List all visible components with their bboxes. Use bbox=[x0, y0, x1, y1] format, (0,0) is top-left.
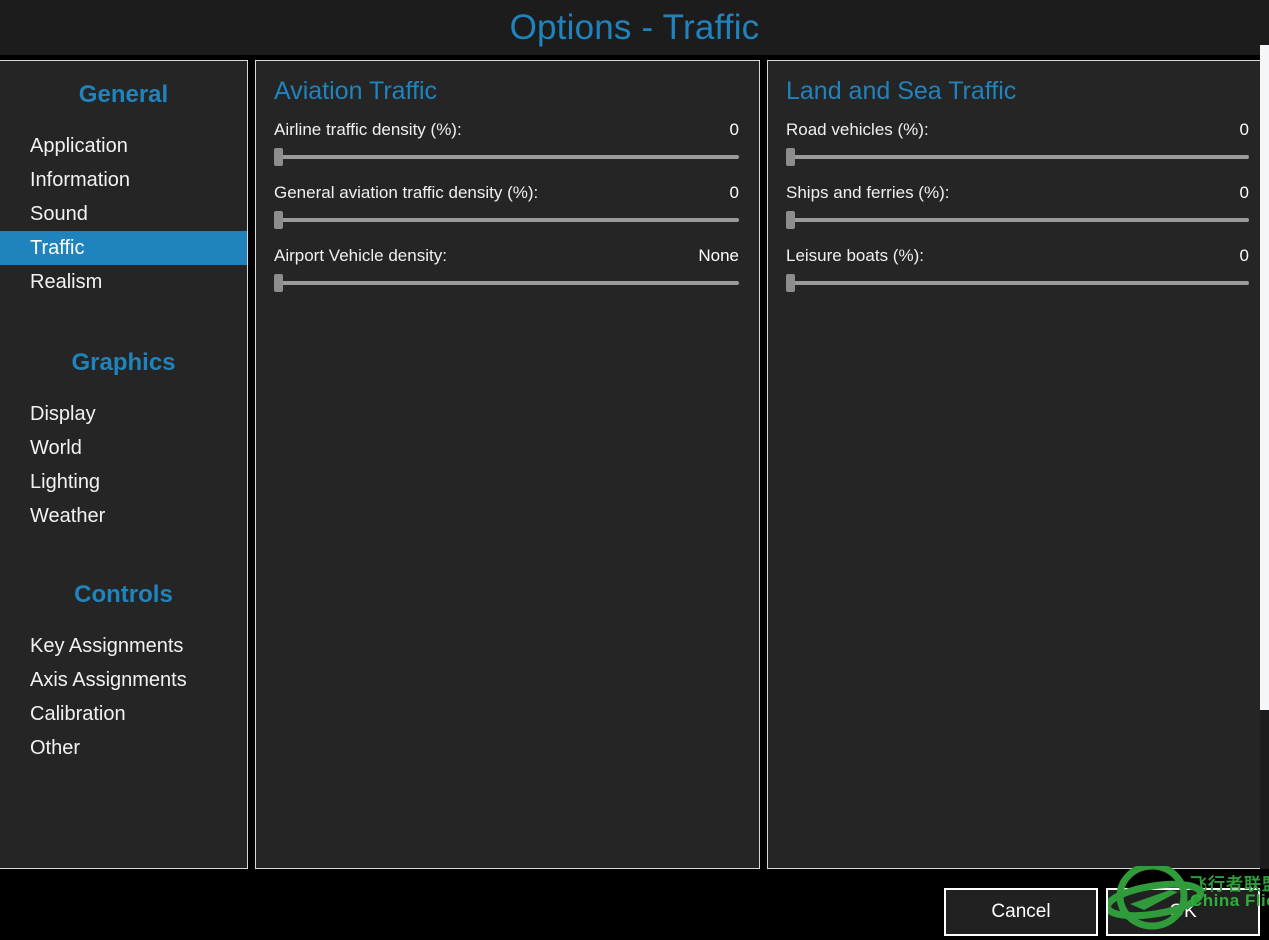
sidebar-group-title-graphics: Graphics bbox=[71, 349, 176, 376]
sidebar-group-title-controls: Controls bbox=[74, 581, 173, 608]
aviation-traffic-title: Aviation Traffic bbox=[274, 77, 438, 105]
sidebar-item-traffic[interactable]: Traffic bbox=[0, 231, 247, 265]
setting-value: 0 bbox=[1239, 120, 1249, 139]
sidebar-group-spacer bbox=[0, 299, 247, 349]
sidebar-item-weather[interactable]: Weather bbox=[0, 499, 247, 533]
cancel-button-label: Cancel bbox=[991, 901, 1051, 922]
slider-track[interactable] bbox=[274, 218, 739, 222]
setting-slider[interactable] bbox=[786, 274, 1249, 292]
setting-value: 0 bbox=[1239, 183, 1249, 202]
land-and-sea-traffic-title: Land and Sea Traffic bbox=[786, 77, 1017, 105]
cancel-button[interactable]: Cancel bbox=[944, 888, 1098, 936]
setting-slider[interactable] bbox=[274, 274, 739, 292]
land-and-sea-traffic-content: Land and Sea Traffic Road vehicles (%): 0… bbox=[768, 61, 1269, 868]
setting-row: General aviation traffic density (%): 0 bbox=[274, 183, 739, 229]
slider-thumb[interactable] bbox=[786, 148, 795, 166]
setting-value: None bbox=[698, 246, 739, 265]
sidebar-group-title-general: General bbox=[78, 81, 169, 108]
slider-track[interactable] bbox=[786, 155, 1249, 159]
landsea-settings-list: Road vehicles (%): 0 Ships and ferries (%)… bbox=[786, 120, 1249, 292]
aviation-traffic-panel: Aviation Traffic Airline traffic density… bbox=[255, 60, 760, 869]
options-dialog: Options - Traffic General Application Info… bbox=[0, 0, 1269, 940]
slider-track[interactable] bbox=[786, 281, 1249, 285]
setting-slider[interactable] bbox=[274, 211, 739, 229]
title-bar: Options - Traffic bbox=[0, 0, 1269, 55]
sidebar-item-realism[interactable]: Realism bbox=[0, 265, 247, 299]
setting-value: 0 bbox=[729, 183, 739, 202]
setting-row: Road vehicles (%): 0 bbox=[786, 120, 1249, 166]
setting-header: General aviation traffic density (%): 0 bbox=[274, 183, 739, 203]
setting-row: Ships and ferries (%): 0 bbox=[786, 183, 1249, 229]
ok-button[interactable]: OK bbox=[1106, 888, 1260, 936]
sidebar-item-display[interactable]: Display bbox=[0, 397, 247, 431]
page-title: Options - Traffic bbox=[509, 8, 760, 47]
setting-label: Road vehicles (%): bbox=[786, 120, 929, 139]
setting-header: Airport Vehicle density: None bbox=[274, 246, 739, 266]
sidebar-item-world[interactable]: World bbox=[0, 431, 247, 465]
setting-slider[interactable] bbox=[786, 148, 1249, 166]
sidebar-item-axis-assignments[interactable]: Axis Assignments bbox=[0, 663, 247, 697]
sidebar-content: General Application Information Sound Traffi… bbox=[0, 61, 247, 868]
slider-track[interactable] bbox=[786, 218, 1249, 222]
sidebar-item-key-assignments[interactable]: Key Assignments bbox=[0, 629, 247, 663]
sidebar-item-information[interactable]: Information bbox=[0, 163, 247, 197]
setting-row: Leisure boats (%): 0 bbox=[786, 246, 1249, 292]
aviation-traffic-content: Aviation Traffic Airline traffic density… bbox=[256, 61, 759, 868]
setting-label: Ships and ferries (%): bbox=[786, 183, 950, 202]
slider-track[interactable] bbox=[274, 155, 739, 159]
setting-slider[interactable] bbox=[786, 211, 1249, 229]
sidebar-item-other[interactable]: Other bbox=[0, 731, 247, 765]
setting-label: Leisure boats (%): bbox=[786, 246, 924, 265]
sidebar: General Application Information Sound Traffi… bbox=[0, 60, 248, 869]
slider-thumb[interactable] bbox=[274, 274, 283, 292]
ok-button-label: OK bbox=[1169, 901, 1197, 922]
setting-header: Leisure boats (%): 0 bbox=[786, 246, 1249, 266]
setting-row: Airport Vehicle density: None bbox=[274, 246, 739, 292]
setting-value: 0 bbox=[1239, 246, 1249, 265]
setting-row: Airline traffic density (%): 0 bbox=[274, 120, 739, 166]
setting-label: General aviation traffic density (%): bbox=[274, 183, 539, 202]
sidebar-item-sound[interactable]: Sound bbox=[0, 197, 247, 231]
aviation-settings-list: Airline traffic density (%): 0 General avi… bbox=[274, 120, 739, 292]
slider-thumb[interactable] bbox=[786, 274, 795, 292]
land-and-sea-traffic-panel: Land and Sea Traffic Road vehicles (%): 0… bbox=[767, 60, 1269, 869]
setting-label: Airline traffic density (%): bbox=[274, 120, 462, 139]
slider-thumb[interactable] bbox=[786, 211, 795, 229]
setting-header: Ships and ferries (%): 0 bbox=[786, 183, 1249, 203]
slider-track[interactable] bbox=[274, 281, 739, 285]
setting-header: Road vehicles (%): 0 bbox=[786, 120, 1249, 140]
setting-value: 0 bbox=[729, 120, 739, 139]
sidebar-item-calibration[interactable]: Calibration bbox=[0, 697, 247, 731]
setting-header: Airline traffic density (%): 0 bbox=[274, 120, 739, 140]
sidebar-item-lighting[interactable]: Lighting bbox=[0, 465, 247, 499]
setting-label: Airport Vehicle density: bbox=[274, 246, 447, 265]
sidebar-group-spacer bbox=[0, 533, 247, 581]
setting-slider[interactable] bbox=[274, 148, 739, 166]
slider-thumb[interactable] bbox=[274, 148, 283, 166]
vertical-scrollbar-thumb[interactable] bbox=[1260, 45, 1269, 710]
sidebar-item-application[interactable]: Application bbox=[0, 129, 247, 163]
slider-thumb[interactable] bbox=[274, 211, 283, 229]
